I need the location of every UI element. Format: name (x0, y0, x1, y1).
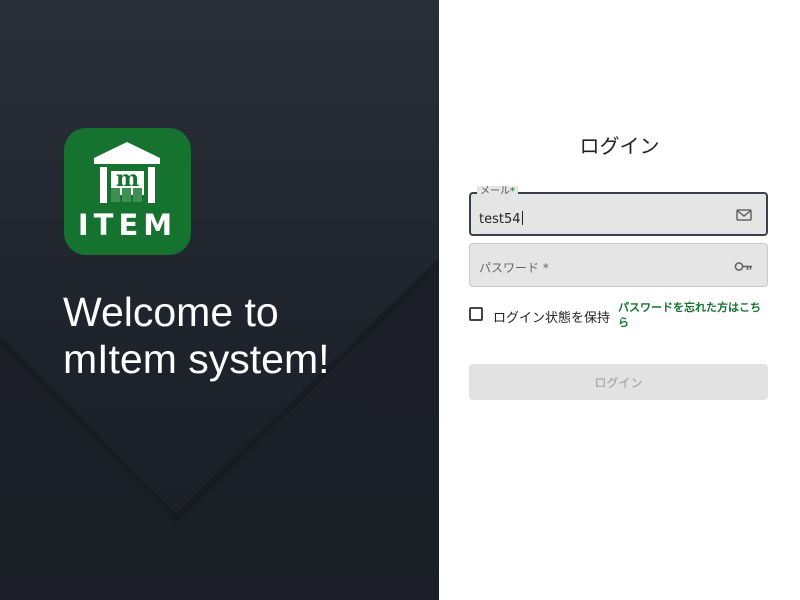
remember-label: ログイン状態を保持 (493, 311, 611, 326)
welcome-line-1: Welcome to (63, 289, 279, 335)
password-field[interactable]: パスワード * (469, 243, 768, 287)
text-caret (521, 211, 523, 225)
welcome-line-2: mItem system! (63, 336, 330, 382)
logo-text: ITEM (77, 208, 178, 242)
required-mark: * (510, 186, 515, 197)
login-button[interactable]: ログイン (469, 364, 768, 400)
mail-icon (736, 209, 752, 221)
email-value-text: test54 (479, 212, 521, 227)
email-field[interactable]: メール* test54 (469, 186, 768, 236)
email-value: test54 (479, 211, 523, 227)
welcome-hero-panel: m ITEM Welcome to mItem system! (0, 0, 439, 600)
forgot-password-link[interactable]: パスワードを忘れた方はこちら (618, 300, 764, 330)
key-icon (734, 262, 752, 271)
welcome-heading: Welcome to mItem system! (63, 289, 423, 383)
login-title: ログイン (579, 134, 660, 158)
email-label-text: メール (480, 186, 510, 197)
app-logo: m ITEM (64, 128, 191, 255)
logo-letter: m (115, 166, 140, 192)
email-label: メール* (477, 186, 518, 198)
remember-checkbox[interactable] (469, 307, 483, 321)
password-placeholder: パスワード * (479, 261, 549, 275)
login-panel: ログイン メール* test54 パスワード * ログイン状態を保持 パスワード… (439, 0, 800, 600)
